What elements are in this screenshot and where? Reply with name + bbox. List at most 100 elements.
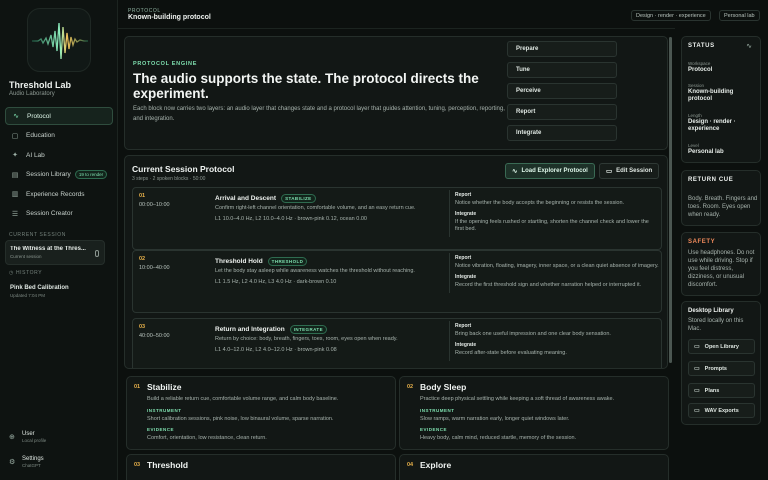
integrate-text: Record after-state before evaluating mea… [455,350,567,356]
open-library-button[interactable]: ▭ Open Library [688,339,755,354]
status-value: Design · render · experience [688,119,736,132]
edit-session-button[interactable]: ▭ Edit Session [599,163,660,179]
wav-exports-button[interactable]: ▭ WAV Exports [688,403,755,418]
plans-button[interactable]: ▭ Plans [688,383,755,398]
card-instrument-label: INSTRUMENT [147,408,182,413]
session-title: Current Session Protocol [132,164,235,174]
settings-button[interactable]: ⚙ Settings ChatGPT [9,456,44,468]
protocol-block[interactable]: 02 10:00–40:00 Threshold Hold THRESHOLD L… [132,250,662,313]
card-title: Explore [420,460,452,470]
desktop-library-panel: Desktop Library Stored locally on this M… [681,301,761,425]
card-number: 02 [407,384,414,390]
status-workspace: Workspace Protocol [688,61,758,74]
clock-icon: ◷ [9,270,16,276]
user-title: User [22,431,35,437]
card-evidence-text: Heavy body, calm mind, reduced startle, … [420,435,577,441]
settings-title: Settings [22,456,44,462]
desktop-library-title: Desktop Library [688,308,734,314]
card-instrument-label: INSTRUMENT [420,408,455,413]
page-title: Known-building protocol [128,14,211,21]
status-value: Known-building protocol [688,89,734,102]
user-profile-button[interactable]: ⊕ User Local profile [9,431,46,443]
sidebar-item-session-creator[interactable]: ☰ Session Creator [5,205,113,223]
integrate-text: If the opening feels rushed or startling… [455,219,649,232]
card-number: 03 [134,462,141,468]
status-key: Workspace [688,61,711,66]
hero-title: The audio supports the state. The protoc… [133,71,479,101]
current-session-card[interactable]: The Witness at the Thres... Current sess… [5,240,105,265]
sidebar-item-education[interactable]: ▢ Education [5,127,113,145]
user-icon: ⊕ [9,434,15,441]
block-name-text: Return and Integration [215,326,285,333]
history-item-time: Updated 7:04 PM [10,293,46,298]
folder-icon: ▭ [694,344,700,350]
status-level: Level Personal lab [688,143,758,156]
pulse-icon: ∿ [13,113,19,120]
records-icon: ▥ [11,191,19,198]
step-perceive-button[interactable]: Perceive [507,83,617,99]
library-icon: ▤ [11,171,19,179]
stage-card[interactable]: 04 Explore [399,454,669,480]
protocol-block[interactable]: 01 00:00–10:00 Arrival and Descent STABIL… [132,187,662,250]
prompts-button[interactable]: ▭ Prompts [688,361,755,376]
step-report-button[interactable]: Report [507,104,617,120]
pulse-icon: ∿ [746,43,752,50]
safety-text: Use headphones. Do not use while driving… [688,250,755,288]
block-audio-params: L1 4.0–12.0 Hz, L2 4.0–12.0 Hz · brown-p… [215,347,337,353]
load-explorer-protocol-button[interactable]: ∿ Load Explorer Protocol [505,163,595,179]
app-title: Threshold Lab [9,80,72,90]
load-button-label: Load Explorer Protocol [521,168,588,174]
stage-card[interactable]: 03 Threshold [126,454,396,480]
plans-label: Plans [704,387,720,394]
block-description: Return by choice: body, breath, fingers,… [215,336,398,342]
history-item[interactable]: Pink Bed Calibration Updated 7:04 PM [10,285,69,298]
sidebar: Threshold Lab Audio Laboratory ∿ Protoco… [0,0,118,480]
integrate-label: Integrate [455,342,477,348]
wav-exports-label: WAV Exports [704,407,739,414]
card-instrument-text: Slow ramps, warm narration early, longer… [420,416,570,422]
block-time: 00:00–10:00 [139,202,170,208]
folder-icon: ▭ [694,366,700,372]
sidebar-item-label: Experience Records [26,190,85,198]
stage-card[interactable]: 02 Body Sleep Practice deep physical set… [399,376,669,450]
microphone-icon [95,250,99,257]
card-number: 01 [134,384,141,390]
block-audio-params: L1 1.5 Hz, L2 4.0 Hz, L3 4.0 Hz · dark-b… [215,279,337,285]
current-session-panel: Current Session Protocol 3 steps · 2 spo… [124,155,668,369]
report-label: Report [455,323,472,329]
sidebar-item-protocol[interactable]: ∿ Protocol [5,107,113,125]
card-evidence-label: EVIDENCE [420,427,448,432]
status-length: Length Design · render · experience [688,113,758,133]
step-tune-button[interactable]: Tune [507,62,617,78]
return-cue-text: Body. Breath. Fingers and toes. Room. Ey… [688,196,758,218]
card-title: Body Sleep [420,382,467,392]
app-logo [27,8,91,72]
status-key: Length [688,113,702,118]
return-cue-heading: RETURN CUE [688,177,734,183]
step-prepare-button[interactable]: Prepare [507,41,617,57]
main-scroll-thumb[interactable] [669,37,672,363]
main-scrollbar[interactable] [669,37,672,363]
protocol-block[interactable]: 03 40:00–50:00 Return and Integration INT… [132,318,662,368]
header-divider [118,28,675,29]
level-chip: Personal lab [719,10,760,21]
sidebar-item-label: Education [26,132,55,139]
sidebar-item-experience-records[interactable]: ▥ Experience Records [5,185,113,203]
sidebar-item-ai-lab[interactable]: ✦ AI Lab [5,146,113,164]
block-tag: THRESHOLD [267,257,308,266]
status-heading: STATUS [688,43,715,49]
protocol-steps: Prepare Tune Perceive Report Integrate [507,41,617,146]
block-number: 03 [139,324,146,330]
stage-card[interactable]: 01 Stabilize Build a reliable return cue… [126,376,396,450]
card-description: Build a reliable return cue, comfortable… [147,396,339,402]
block-name-text: Arrival and Descent [215,195,277,202]
pulse-icon: ∿ [512,168,518,175]
block-name: Arrival and Descent STABILIZE [215,194,316,203]
step-integrate-button[interactable]: Integrate [507,125,617,141]
integrate-text: Record the first threshold sign and whet… [455,282,642,288]
block-description: Let the body stay asleep while awareness… [215,268,415,274]
integrate-label: Integrate [455,211,477,217]
block-tag: STABILIZE [281,194,316,203]
sidebar-item-session-library[interactable]: ▤ Session Library 19 to render [5,166,113,184]
block-name-text: Threshold Hold [215,258,263,265]
